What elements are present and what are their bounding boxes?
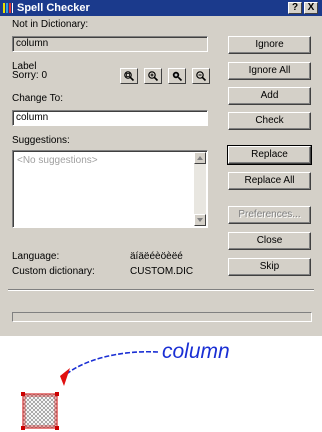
preferences-button[interactable]: Preferences... — [228, 206, 311, 224]
add-button[interactable]: Add — [228, 87, 311, 105]
suggestions-list[interactable]: <No suggestions> — [12, 150, 208, 228]
book-icon — [2, 2, 14, 14]
language-label: Language: — [12, 251, 60, 262]
check-button[interactable]: Check — [228, 112, 311, 130]
spell-checker-dialog: Spell Checker ? X Not in Dictionary: col… — [0, 0, 322, 336]
separator — [8, 289, 314, 291]
replace-button[interactable]: Replace — [227, 145, 312, 165]
progress-bar — [12, 312, 312, 322]
not-in-dictionary-field: column — [12, 36, 208, 52]
replace-all-button[interactable]: Replace All — [228, 172, 311, 190]
custom-dictionary-value: CUSTOM.DIC — [130, 266, 194, 277]
annotation-overlay — [21, 350, 159, 430]
suggestions-scrollbar[interactable] — [194, 152, 206, 226]
zoom-in-more-button[interactable] — [168, 68, 186, 84]
scroll-down-button[interactable] — [194, 214, 206, 226]
help-button[interactable]: ? — [288, 2, 302, 14]
scroll-up-button[interactable] — [194, 152, 206, 164]
sort-count-label: Sorry: 0 — [12, 70, 48, 81]
close-button[interactable]: Close — [228, 232, 311, 250]
ignore-button[interactable]: Ignore — [228, 36, 311, 54]
window-title: Spell Checker — [17, 2, 90, 14]
zoom-out-button[interactable] — [192, 68, 210, 84]
selected-element[interactable] — [21, 392, 59, 430]
change-to-input[interactable]: column — [12, 110, 208, 126]
skip-button[interactable]: Skip — [228, 258, 311, 276]
list-item[interactable]: <No suggestions> — [17, 155, 98, 167]
close-window-button[interactable]: X — [304, 2, 318, 14]
arrow-head-icon — [60, 368, 70, 386]
title-bar[interactable]: Spell Checker ? X — [0, 0, 322, 16]
not-in-dictionary-label: Not in Dictionary: — [12, 19, 89, 30]
leader-curve — [61, 350, 159, 379]
change-to-label: Change To: — [12, 93, 63, 104]
zoom-to-fit-button[interactable] — [120, 68, 138, 84]
custom-dictionary-label: Custom dictionary: — [12, 266, 95, 277]
language-value: äíäëéèöèëé — [130, 251, 183, 262]
suggestions-label: Suggestions: — [12, 135, 70, 146]
zoom-in-button[interactable] — [144, 68, 162, 84]
ignore-all-button[interactable]: Ignore All — [228, 62, 311, 80]
